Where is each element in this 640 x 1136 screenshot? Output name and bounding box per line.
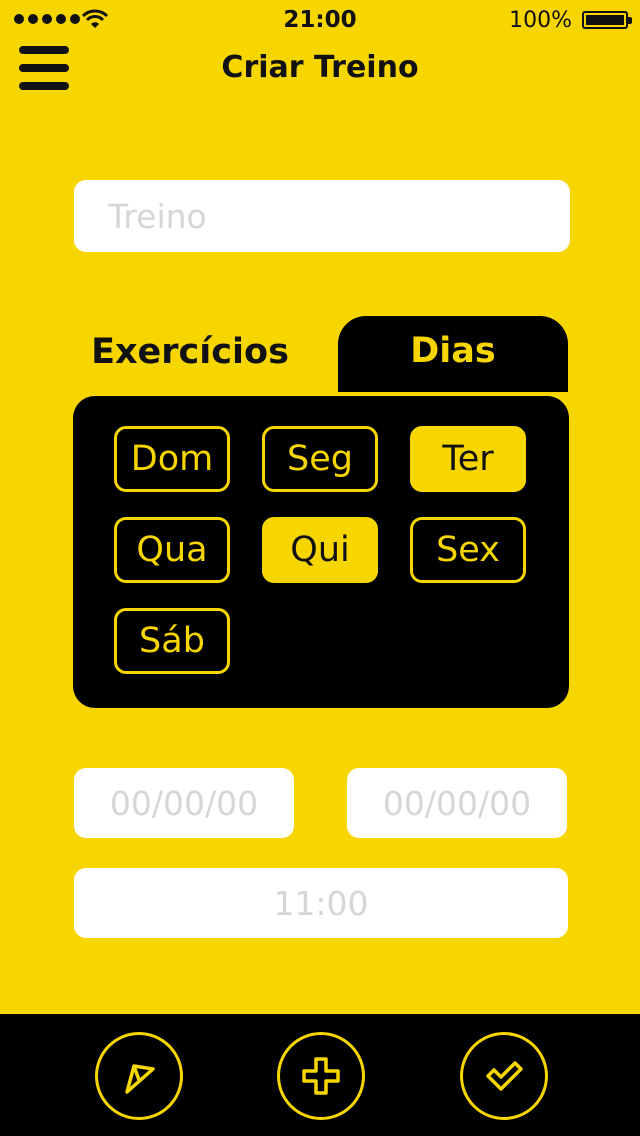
- battery-percentage: 100%: [509, 8, 572, 33]
- send-button[interactable]: [95, 1032, 183, 1120]
- day-dom[interactable]: Dom: [114, 426, 230, 492]
- send-icon: [125, 1064, 155, 1094]
- plus-icon: [302, 1057, 340, 1095]
- end-date-input[interactable]: [347, 768, 567, 838]
- day-qua[interactable]: Qua: [114, 517, 230, 583]
- add-button[interactable]: [277, 1032, 365, 1120]
- day-sex[interactable]: Sex: [410, 517, 526, 583]
- battery-icon: [582, 11, 632, 29]
- start-date-input[interactable]: [74, 768, 294, 838]
- tab-exercicios[interactable]: Exercícios: [80, 318, 300, 386]
- tab-dias[interactable]: Dias: [338, 316, 568, 392]
- day-qui[interactable]: Qui: [262, 517, 378, 583]
- treino-input[interactable]: [74, 180, 570, 252]
- day-seg[interactable]: Seg: [262, 426, 378, 492]
- day-ter[interactable]: Ter: [410, 426, 526, 492]
- status-bar: 21:00 100%: [0, 0, 640, 40]
- check-icon: [486, 1061, 523, 1091]
- confirm-button[interactable]: [460, 1032, 548, 1120]
- time-input[interactable]: [74, 868, 568, 938]
- day-sab[interactable]: Sáb: [114, 608, 230, 674]
- page-title: Criar Treino: [221, 50, 419, 85]
